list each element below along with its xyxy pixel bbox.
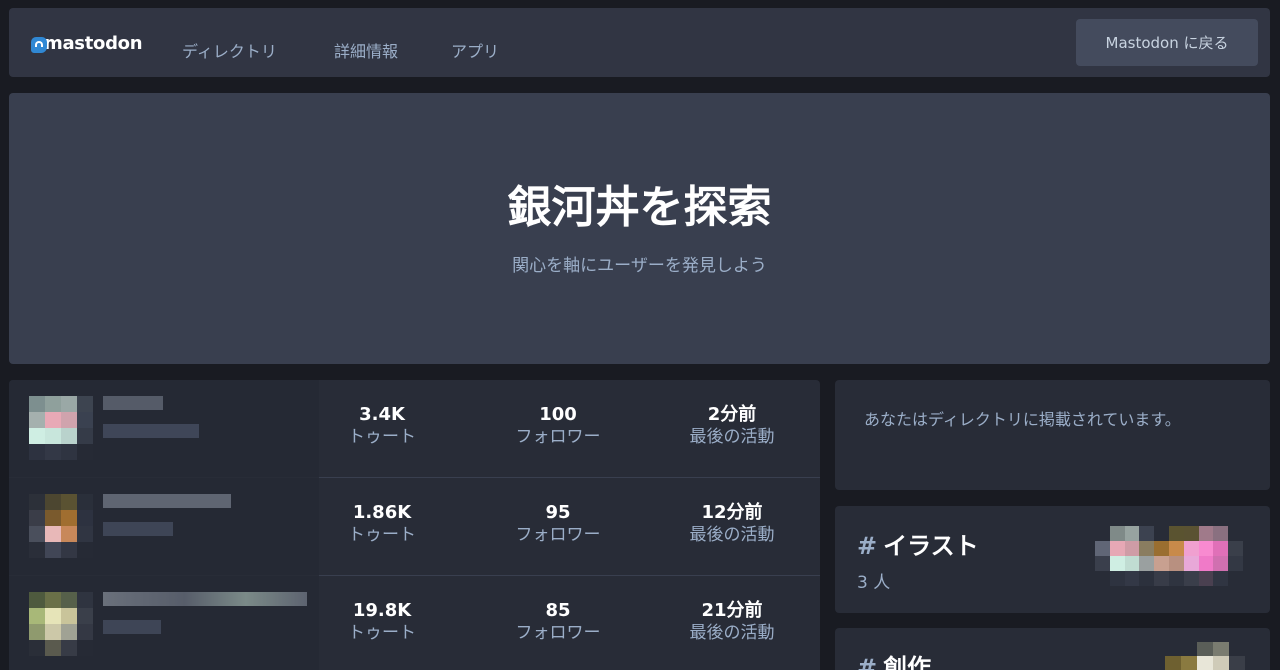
toots-count: 3.4K xyxy=(359,404,405,425)
followers-stat: 85 フォロワー xyxy=(488,600,628,644)
followers-count: 100 xyxy=(539,404,577,425)
hero-banner: 銀河丼を探索 関心を軸にユーザーを発見しよう xyxy=(9,93,1270,364)
last-active-stat: 2分前 最後の活動 xyxy=(662,404,802,448)
avatar[interactable] xyxy=(29,494,93,558)
last-active-value: 21分前 xyxy=(701,600,763,621)
back-to-mastodon-button[interactable]: Mastodon に戻る xyxy=(1076,19,1258,66)
nav-link-directory[interactable]: ディレクトリ xyxy=(182,38,277,62)
nav-link-apps[interactable]: アプリ xyxy=(451,38,499,62)
toots-label: トゥート xyxy=(348,525,416,545)
directory-row[interactable]: 19.8K トゥート 85 フォロワー 21分前 最後の活動 xyxy=(9,575,820,670)
avatar[interactable] xyxy=(29,396,93,460)
followers-stat: 100 フォロワー xyxy=(488,404,628,448)
hashtag-avatars xyxy=(1165,642,1245,670)
profile-summary[interactable] xyxy=(9,478,319,575)
directory-row[interactable]: 1.86K トゥート 95 フォロワー 12分前 最後の活動 xyxy=(9,477,820,575)
username xyxy=(103,620,161,634)
mastodon-logo-icon xyxy=(31,36,47,53)
toots-count: 1.86K xyxy=(352,502,412,523)
hashtag-name[interactable]: # 創作 xyxy=(857,648,931,670)
hashtag-card-creation[interactable]: # 創作 xyxy=(835,628,1270,670)
last-active-stat: 12分前 最後の活動 xyxy=(662,502,802,546)
toots-stat: 3.4K トゥート xyxy=(312,404,452,448)
profile-summary[interactable] xyxy=(9,576,319,670)
hashtag-card-illust[interactable]: # イラスト 3 人 xyxy=(835,506,1270,613)
last-active-label: 最後の活動 xyxy=(689,623,775,643)
page-title: 銀河丼を探索 xyxy=(507,182,772,233)
hashtag-icon: # xyxy=(857,654,878,670)
directory-row[interactable]: 3.4K トゥート 100 フォロワー 2分前 最後の活動 xyxy=(9,380,820,477)
profile-summary[interactable] xyxy=(9,380,319,477)
hashtag-name[interactable]: # イラスト xyxy=(857,526,979,561)
avatar[interactable] xyxy=(29,592,93,656)
page-subtitle: 関心を軸にユーザーを発見しよう xyxy=(512,256,767,276)
hashtag-user-count: 3 人 xyxy=(857,573,891,593)
last-active-label: 最後の活動 xyxy=(689,525,775,545)
toots-label: トゥート xyxy=(348,623,416,643)
username xyxy=(103,424,199,438)
username xyxy=(103,522,173,536)
toots-count: 19.8K xyxy=(352,600,412,621)
logo-text: mastodon xyxy=(44,32,143,54)
followers-label: フォロワー xyxy=(515,525,601,545)
followers-count: 95 xyxy=(545,502,571,523)
hashtag-avatars xyxy=(1095,526,1243,586)
row-divider xyxy=(319,575,820,576)
display-name[interactable] xyxy=(103,494,231,508)
last-active-value: 12分前 xyxy=(701,502,763,523)
mastodon-logo[interactable]: mastodon xyxy=(31,29,143,57)
toots-stat: 1.86K トゥート xyxy=(312,502,452,546)
last-active-label: 最後の活動 xyxy=(689,427,775,447)
directory-listing-notice: あなたはディレクトリに掲載されています。 xyxy=(835,380,1270,490)
followers-count: 85 xyxy=(545,600,571,621)
followers-label: フォロワー xyxy=(515,427,601,447)
hashtag-icon: # xyxy=(857,532,878,560)
row-divider xyxy=(319,477,820,478)
last-active-stat: 21分前 最後の活動 xyxy=(662,600,802,644)
notice-text: あなたはディレクトリに掲載されています。 xyxy=(864,410,1181,429)
hashtag-label: 創作 xyxy=(883,654,932,670)
display-name[interactable] xyxy=(103,592,307,606)
top-navigation-bar: mastodon ディレクトリ 詳細情報 アプリ Mastodon に戻る xyxy=(9,8,1270,77)
nav-link-about[interactable]: 詳細情報 xyxy=(334,38,398,62)
last-active-value: 2分前 xyxy=(707,404,757,425)
display-name[interactable] xyxy=(103,396,163,410)
toots-stat: 19.8K トゥート xyxy=(312,600,452,644)
directory-list: 3.4K トゥート 100 フォロワー 2分前 最後の活動 1.86K トゥート… xyxy=(9,380,820,670)
toots-label: トゥート xyxy=(348,427,416,447)
followers-label: フォロワー xyxy=(515,623,601,643)
followers-stat: 95 フォロワー xyxy=(488,502,628,546)
hashtag-label: イラスト xyxy=(883,532,979,560)
